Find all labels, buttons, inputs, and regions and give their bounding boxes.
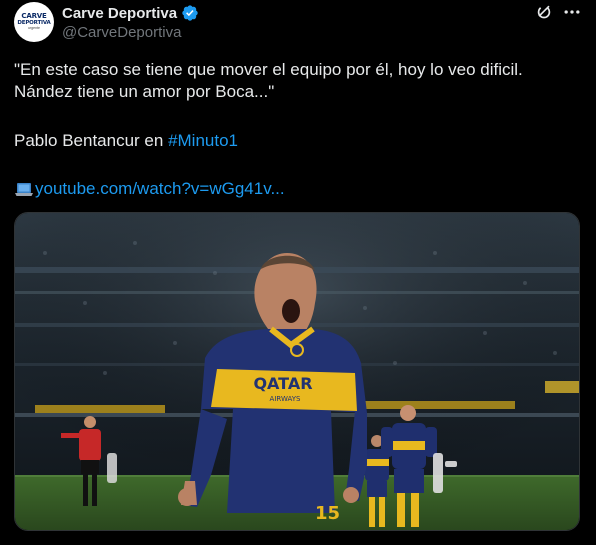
verified-badge-icon	[182, 5, 198, 21]
display-name[interactable]: Carve Deportiva	[62, 5, 177, 22]
grok-icon[interactable]	[534, 2, 554, 22]
avatar-text-3: urgente	[28, 26, 40, 30]
tweet-photo[interactable]: QATAR AIRWAYS 15	[14, 212, 580, 531]
tweet-text-line-1: "En este caso se tiene que mover el equi…	[14, 60, 523, 79]
tweet-text-line-3: Pablo Bentancur en #Minuto1	[14, 130, 238, 152]
tweet-link-line: youtube.com/watch?v=wGg41v...	[14, 178, 285, 200]
youtube-link[interactable]: youtube.com/watch?v=wGg41v...	[35, 178, 285, 200]
more-dots-icon[interactable]	[562, 2, 582, 22]
photo-svg: QATAR AIRWAYS 15	[15, 213, 579, 530]
tweet-text-line-2: Nández tiene un amor por Boca..."	[14, 82, 275, 101]
handle[interactable]: @CarveDeportiva	[62, 24, 181, 41]
avatar-text-1: CARVE	[21, 12, 47, 20]
tweet-text-prefix: Pablo Bentancur en	[14, 131, 169, 150]
sponsor-sub-text: AIRWAYS	[270, 395, 301, 403]
sponsor-text: QATAR	[253, 374, 312, 393]
avatar[interactable]: CARVE DEPORTIVA urgente	[14, 2, 54, 42]
hashtag-link[interactable]: #Minuto1	[168, 131, 238, 150]
laptop-icon	[15, 183, 33, 196]
shirt-number: 15	[315, 503, 340, 524]
tweet[interactable]: CARVE DEPORTIVA urgente Carve Deportiva …	[0, 0, 596, 545]
author-name-row: Carve Deportiva	[62, 4, 199, 22]
